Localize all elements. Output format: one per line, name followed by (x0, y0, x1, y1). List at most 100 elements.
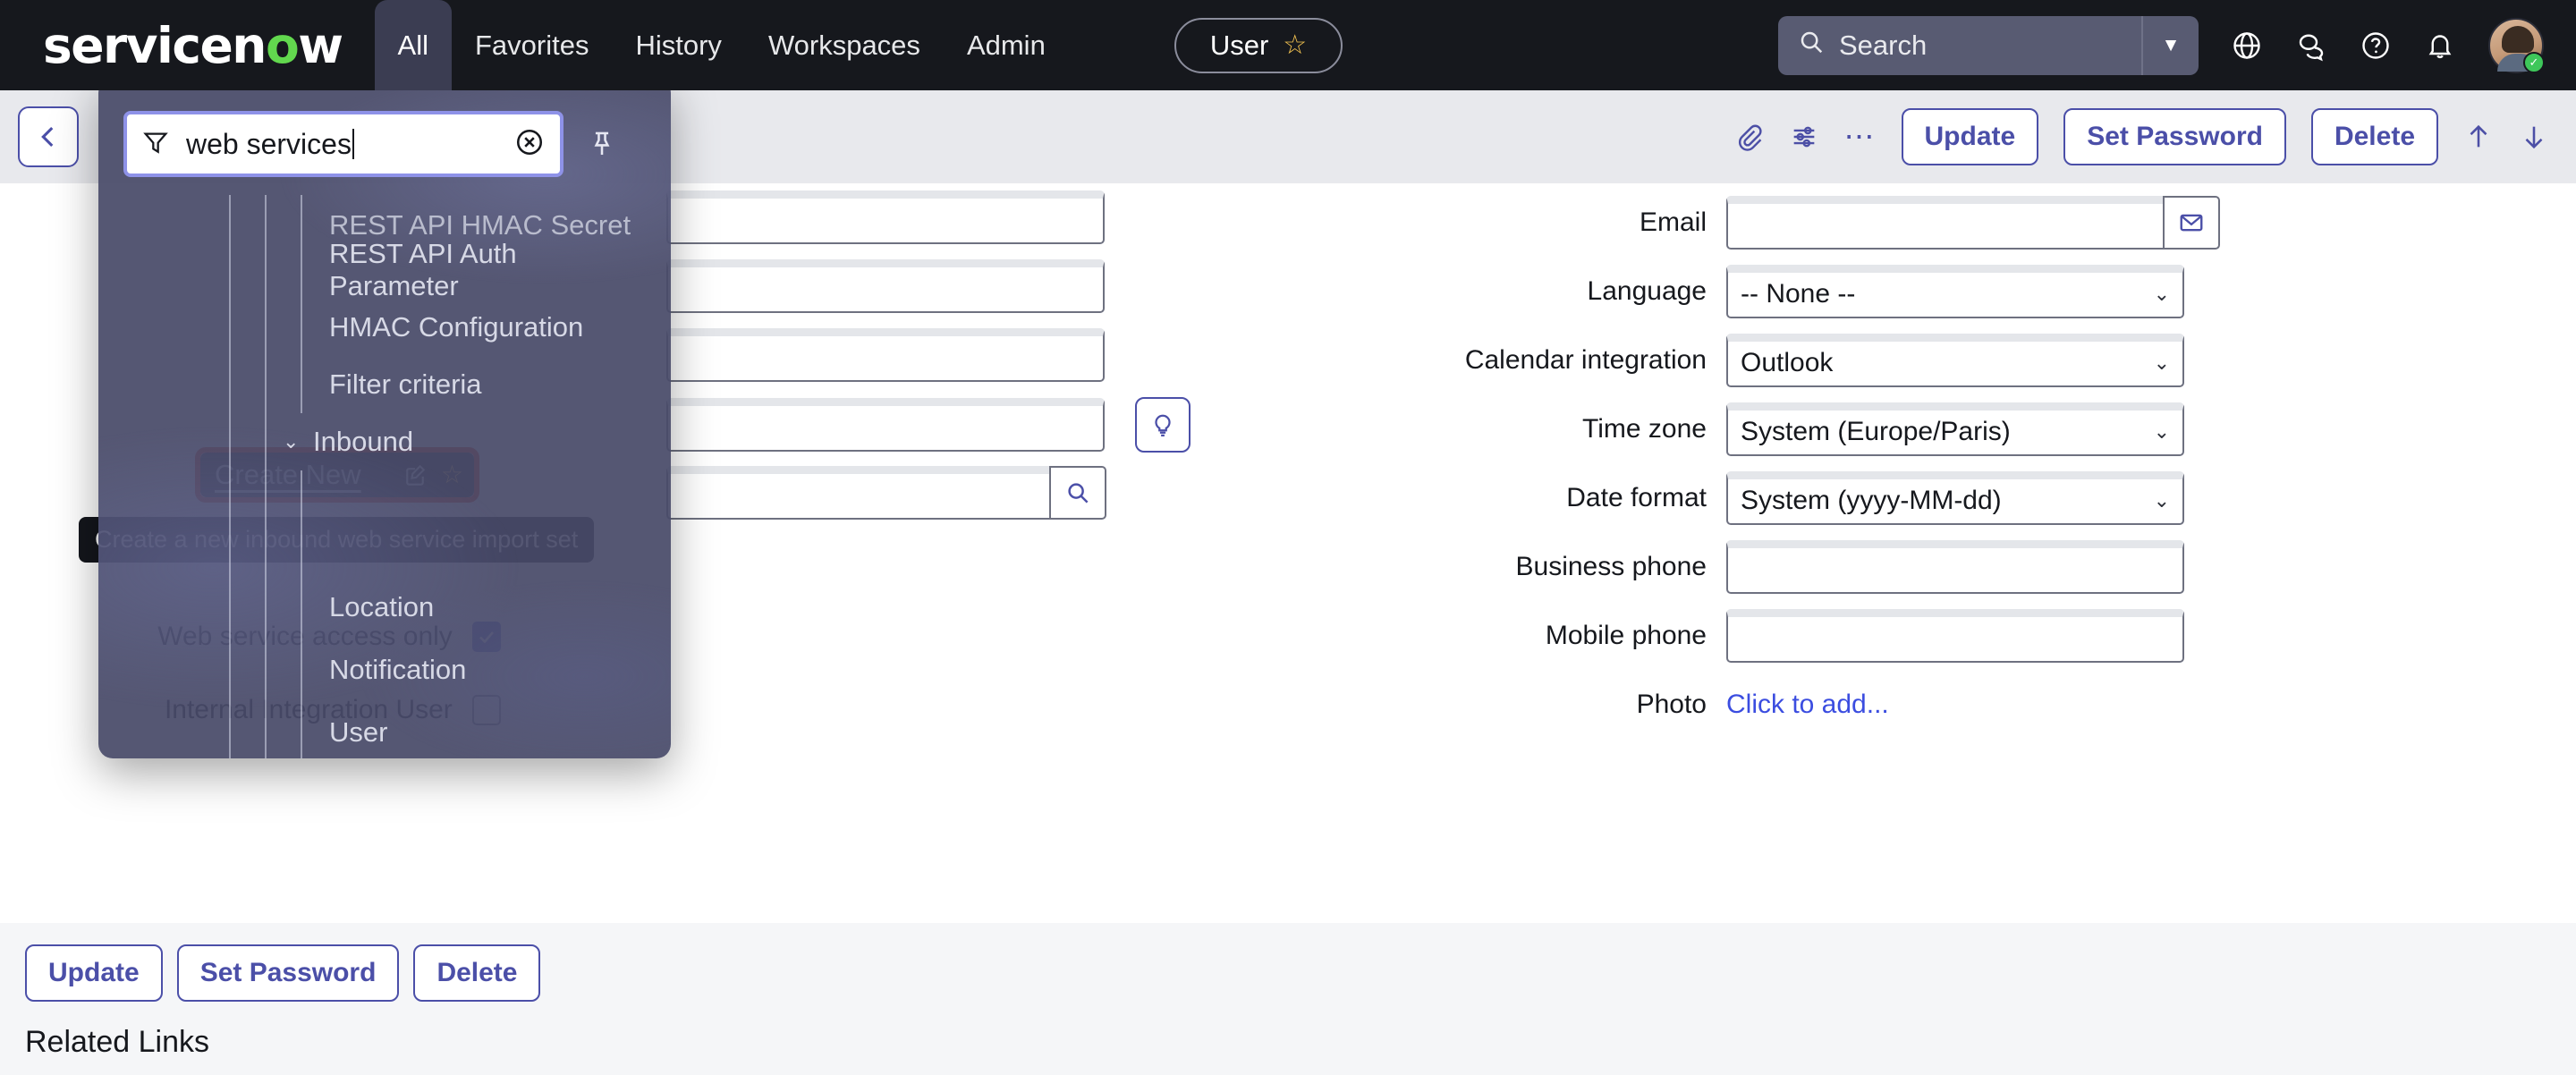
menu-item-notification[interactable]: Notification (98, 639, 671, 701)
set-password-button[interactable]: Set Password (2063, 108, 2286, 165)
reference-input[interactable] (666, 466, 1051, 520)
search-icon (1798, 29, 1825, 63)
global-search[interactable]: Search ▼ (1778, 15, 2199, 75)
indent-guide (265, 413, 267, 470)
time-zone-value: System (Europe/Paris) (1741, 417, 2011, 446)
email-field[interactable] (1726, 195, 2165, 250)
field-control (666, 466, 1106, 520)
menu-item-hmac-configuration[interactable]: HMAC Configuration (98, 299, 671, 356)
form-row-email: Email (1288, 188, 2576, 257)
bottom-update-button[interactable]: Update (25, 944, 163, 1002)
sliders-icon[interactable] (1789, 122, 1819, 152)
globe-icon[interactable] (2231, 30, 2263, 62)
indent-guide (229, 413, 231, 470)
indent-guide (301, 356, 302, 413)
form-row-calendar-integration: Calendar integration Outlook ⌄ (1288, 326, 2576, 394)
form-row-photo: Photo Click to add... (1288, 670, 2576, 739)
star-outline-icon[interactable]: ☆ (1283, 31, 1307, 59)
paperclip-icon[interactable] (1733, 122, 1764, 152)
related-links-heading: Related Links (25, 1025, 210, 1059)
filter-navigator-input[interactable]: web services (123, 111, 564, 177)
indent-guide (229, 299, 231, 356)
time-zone-select[interactable]: System (Europe/Paris) ⌄ (1726, 402, 2184, 456)
bottom-delete-button[interactable]: Delete (413, 944, 541, 1002)
date-format-value: System (yyyy-MM-dd) (1741, 486, 2002, 515)
tab-workspaces[interactable]: Workspaces (745, 0, 944, 90)
avatar[interactable]: ✓ (2488, 17, 2545, 73)
menu-item-label: Notification (329, 654, 467, 685)
clear-circle-x-icon[interactable] (513, 126, 546, 163)
text-input[interactable] (666, 398, 1105, 452)
menu-item-filter-criteria[interactable]: Filter criteria (98, 356, 671, 413)
menu-spacer-row (98, 470, 671, 576)
field-control (666, 397, 1191, 453)
navigator-flyout-panel: web services REST API HMAC Secret REST A… (98, 79, 671, 758)
tab-all[interactable]: All (374, 0, 452, 90)
indent-guide (301, 576, 302, 639)
indent-guide (229, 639, 231, 701)
servicenow-logo[interactable]: servicen o w (43, 17, 343, 74)
update-button[interactable]: Update (1901, 108, 2039, 165)
delete-button[interactable]: Delete (2310, 108, 2438, 165)
indent-guide (229, 701, 231, 758)
menu-item-label: HMAC Configuration (329, 311, 584, 343)
field-control (666, 190, 1105, 244)
search-scope-dropdown[interactable]: ▼ (2141, 15, 2199, 75)
business-phone-field[interactable] (1726, 539, 2184, 594)
more-ellipsis-icon[interactable]: ⋯ (1844, 122, 1877, 152)
form-row-language: Language -- None -- ⌄ (1288, 257, 2576, 326)
tab-admin[interactable]: Admin (944, 0, 1069, 90)
calendar-integration-select[interactable]: Outlook ⌄ (1726, 333, 2184, 387)
lightbulb-icon[interactable] (1135, 397, 1191, 453)
language-select[interactable]: -- None -- ⌄ (1726, 264, 2184, 318)
indent-guide (301, 639, 302, 701)
email-control (1726, 195, 2220, 250)
menu-item-user[interactable]: User (98, 701, 671, 758)
notifications-bell-icon[interactable] (2424, 30, 2456, 62)
navigator-menu-list: REST API HMAC Secret REST API Auth Param… (98, 195, 671, 758)
arrow-up-icon[interactable] (2463, 122, 2494, 152)
menu-item-rest-api-hmac-secret[interactable]: REST API HMAC Secret (98, 195, 671, 241)
menu-item-label: Filter criteria (329, 368, 482, 400)
photo-click-to-add-link[interactable]: Click to add... (1726, 690, 1889, 720)
date-format-select[interactable]: System (yyyy-MM-dd) ⌄ (1726, 470, 2184, 525)
help-icon[interactable] (2360, 30, 2392, 62)
text-input[interactable] (666, 259, 1105, 313)
indent-guide (229, 470, 231, 576)
filter-row: web services (123, 111, 617, 177)
indent-guide (229, 241, 231, 299)
magnifier-icon[interactable] (1049, 466, 1106, 520)
form-row-date-format: Date format System (yyyy-MM-dd) ⌄ (1288, 463, 2576, 532)
arrow-down-icon[interactable] (2519, 122, 2549, 152)
field-control (666, 328, 1105, 382)
menu-item-rest-api-auth-parameter[interactable]: REST API Auth Parameter (98, 238, 671, 301)
mobile-phone-field[interactable] (1726, 608, 2184, 663)
menu-item-label: User (329, 716, 388, 748)
conversations-icon[interactable] (2295, 30, 2327, 62)
user-favorite-pill[interactable]: User ☆ (1174, 17, 1343, 73)
menu-item-location[interactable]: Location (98, 576, 671, 639)
tab-workspaces-label: Workspaces (767, 29, 920, 61)
chevron-down-icon: ⌄ (283, 430, 300, 453)
date-format-label: Date format (1566, 482, 1707, 512)
text-input[interactable] (666, 328, 1105, 382)
indent-guide (265, 195, 267, 241)
back-button[interactable] (18, 106, 79, 167)
tab-history[interactable]: History (612, 0, 744, 90)
calendar-integration-label: Calendar integration (1464, 344, 1707, 375)
indent-guide (265, 470, 267, 576)
envelope-icon[interactable] (2163, 195, 2220, 250)
business-phone-label: Business phone (1515, 551, 1707, 581)
search-placeholder: Search (1839, 29, 1928, 61)
text-input[interactable] (666, 190, 1105, 244)
bottom-set-password-button[interactable]: Set Password (176, 944, 400, 1002)
chevron-down-icon: ⌄ (2153, 283, 2170, 305)
menu-group-inbound[interactable]: ⌄ Inbound (98, 413, 671, 470)
indent-guide (265, 576, 267, 639)
form-row-mobile-phone: Mobile phone (1288, 601, 2576, 670)
search-input-area[interactable]: Search (1778, 29, 2141, 63)
tab-favorites[interactable]: Favorites (452, 0, 612, 90)
menu-item-label: REST API Auth Parameter (329, 238, 517, 301)
tab-favorites-label: Favorites (475, 29, 589, 61)
pin-icon[interactable] (587, 129, 617, 159)
